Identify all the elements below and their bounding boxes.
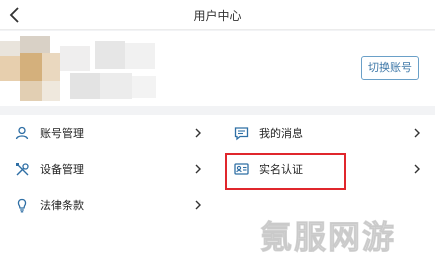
profile-section: 切换账号 — [0, 31, 435, 106]
chevron-right-icon — [195, 128, 201, 138]
menu-item-my-messages[interactable]: 我的消息 — [233, 115, 423, 151]
menu-item-account-management[interactable]: 账号管理 — [14, 115, 209, 151]
highlight-box — [225, 153, 346, 190]
chevron-right-icon — [414, 164, 420, 174]
tools-icon — [14, 161, 30, 177]
menu-item-label: 我的消息 — [259, 127, 303, 140]
menu-item-label: 法律条款 — [40, 199, 84, 212]
menu-item-device-management[interactable]: 设备管理 — [14, 151, 209, 187]
switch-account-button[interactable]: 切换账号 — [361, 56, 419, 80]
chevron-right-icon — [414, 128, 420, 138]
app-header: 用户中心 — [0, 0, 435, 30]
watermark: 氪服网游 — [259, 218, 397, 257]
menu-item-label: 设备管理 — [40, 163, 84, 176]
lightbulb-icon — [14, 197, 30, 213]
person-icon — [14, 125, 30, 141]
chevron-right-icon — [195, 200, 201, 210]
menu-item-legal-terms[interactable]: 法律条款 — [14, 187, 209, 223]
chevron-right-icon — [195, 164, 201, 174]
user-center-page: 用户中心 切换账号 账号管理 设备管理 法律条款 我的消息 实名认证 氪服网游 — [0, 0, 435, 265]
page-title: 用户中心 — [193, 9, 242, 23]
message-icon — [233, 125, 249, 141]
blurred-avatar — [0, 36, 156, 101]
menu-item-label: 账号管理 — [40, 127, 84, 140]
